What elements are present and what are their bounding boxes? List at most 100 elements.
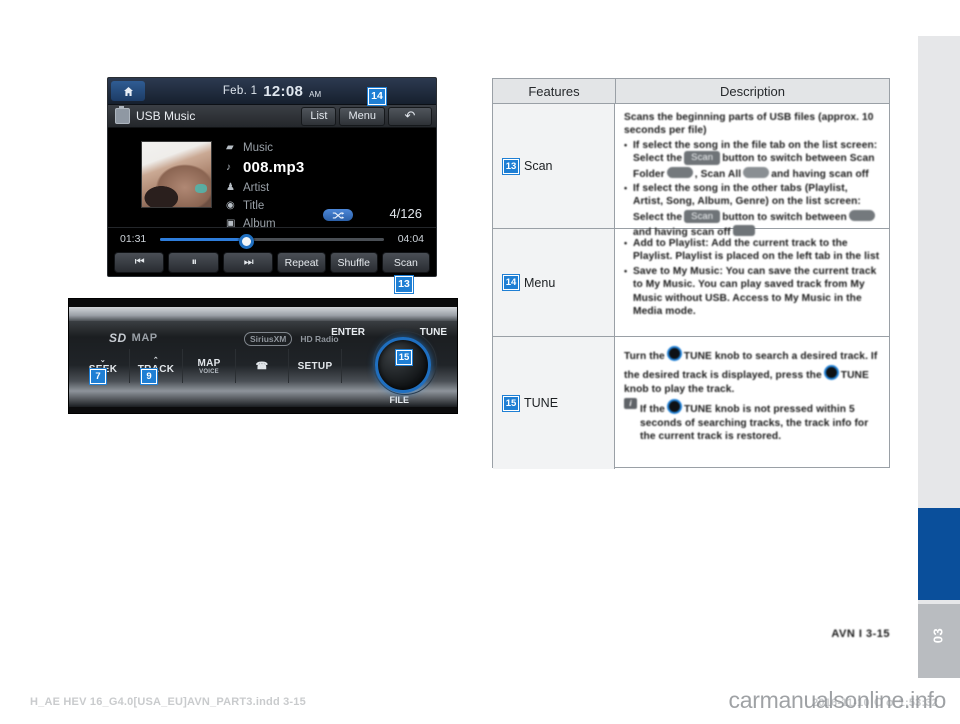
scan-bullet-1: • If select the song in the file tab on … xyxy=(624,139,878,180)
transport-controls: ⏮ ⏸ ⏭ Repeat Shuffle Scan xyxy=(114,252,430,273)
menu-bullet-1-text: Add to Playlist: Add the current track t… xyxy=(633,238,880,263)
elapsed-time: 01:31 xyxy=(120,233,147,245)
note-icon: ♪ xyxy=(226,162,231,173)
scan-button[interactable]: Scan xyxy=(381,252,430,273)
menu-button[interactable]: Menu xyxy=(339,106,385,126)
scan-bullet-2: • If select the song in the other tabs (… xyxy=(624,182,880,240)
pause-button[interactable]: ⏸ xyxy=(168,252,219,273)
title-icon: ◉ xyxy=(226,200,235,211)
tune-knob-icon xyxy=(666,399,682,415)
track-count: 4/126 xyxy=(389,206,422,221)
previous-track-button[interactable]: ⏮ xyxy=(114,252,165,273)
total-time: 04:04 xyxy=(397,233,424,245)
title-text: Title xyxy=(243,199,265,212)
tune-knob[interactable] xyxy=(375,337,431,393)
description-cell-tune: Turn the TUNE knob to search a desired tr… xyxy=(615,337,889,469)
sd-map-label: SD MAP xyxy=(109,331,158,345)
list-button[interactable]: List xyxy=(301,106,337,126)
metadata-row-file: ♪ 008.mp3 xyxy=(226,157,304,178)
page-marker: AVN I 3-15 xyxy=(831,628,890,640)
scan-folder-icon xyxy=(666,166,693,178)
callout-badge-15: 15 xyxy=(396,350,412,365)
chapter-rail-active xyxy=(918,508,960,600)
feature-cell-menu: 14 Menu xyxy=(493,229,615,336)
manual-page: 03 Feb. 1 12:08 AM USB Music List Menu ↶ xyxy=(0,0,960,724)
bullet-icon: • xyxy=(624,238,628,248)
description-cell-scan: Scans the beginning parts of USB files (… xyxy=(615,104,889,238)
phone-icon: ☎ xyxy=(255,360,269,372)
clock-text: 12:08 xyxy=(263,82,304,100)
map-text: MAP xyxy=(131,332,158,344)
table-row: 15 TUNE Turn the TUNE knob to search a de… xyxy=(493,337,889,469)
tune-knob-icon xyxy=(823,365,839,381)
now-playing-panel: ▰ Music ♪ 008.mp3 ♟ Artist ◉ Title ▣ Alb… xyxy=(108,128,436,276)
feature-cell-tune: 15 TUNE xyxy=(493,337,615,469)
voice-sublabel: VOICE xyxy=(199,368,219,375)
usb-icon xyxy=(115,106,130,124)
scan-lead-text: Scans the beginning parts of USB files (… xyxy=(624,112,874,137)
file-label: FILE xyxy=(389,395,410,405)
progress-area: 01:31 04:04 xyxy=(108,227,436,250)
status-bar: Feb. 1 12:08 AM xyxy=(108,78,436,105)
inline-scan-button-icon: Scan xyxy=(684,209,721,224)
table-row: 14 Menu • Add to Playlist: Add the curre… xyxy=(493,229,889,337)
siriusxm-logo: SiriusXM xyxy=(244,332,293,346)
album-art xyxy=(141,141,212,208)
file-name-text: 008.mp3 xyxy=(243,159,305,176)
watermark: carmanualsonline.info xyxy=(728,687,947,713)
source-label: USB Music xyxy=(136,109,196,123)
setup-button[interactable]: SETUP xyxy=(289,349,342,383)
artist-icon: ♟ xyxy=(226,182,235,193)
shuffle-button[interactable]: Shuffle xyxy=(329,252,378,273)
features-column-header: Features xyxy=(493,79,616,103)
callout-badge-15-table: 15 xyxy=(503,395,519,411)
bullet-icon: • xyxy=(624,139,628,150)
progress-slider[interactable] xyxy=(160,234,384,249)
metadata-row-artist: ♟ Artist xyxy=(226,179,304,196)
tune-knob-icon xyxy=(666,346,682,361)
callout-badge-13-table: 13 xyxy=(503,158,519,174)
map-label: MAP xyxy=(197,357,221,369)
table-header-row: Features Description xyxy=(493,79,889,104)
shuffle-indicator-icon xyxy=(323,209,353,221)
hardware-button-row: ⌄ SEEK ⌃ TRACK MAP VOICE ☎ SETUP xyxy=(77,349,342,383)
head-unit-screenshot: Feb. 1 12:08 AM USB Music List Menu ↶ ▰ … xyxy=(107,77,437,277)
callout-badge-7: 7 xyxy=(90,369,106,384)
map-voice-button[interactable]: MAP VOICE xyxy=(183,349,236,383)
scan-off-icon xyxy=(732,225,755,237)
track-metadata: ▰ Music ♪ 008.mp3 ♟ Artist ◉ Title ▣ Alb… xyxy=(226,139,304,233)
back-arrow-icon[interactable]: ↶ xyxy=(388,106,432,126)
description-cell-menu: • Add to Playlist: Add the current track… xyxy=(615,229,889,336)
enter-label: ENTER xyxy=(331,327,365,338)
callout-badge-13: 13 xyxy=(395,276,413,293)
meridiem-text: AM xyxy=(309,89,322,99)
next-track-button[interactable]: ⏭ xyxy=(222,252,274,273)
metadata-row-folder: ▰ Music xyxy=(226,139,304,156)
description-column-header: Description xyxy=(719,83,786,99)
bullet-icon: • xyxy=(624,183,628,194)
tune-note: i If the TUNE knob is not pressed within … xyxy=(624,397,880,443)
callout-badge-9: 9 xyxy=(141,369,157,384)
menu-bullet-2-text: Save to My Music: You can save the curre… xyxy=(633,265,877,318)
progress-handle[interactable] xyxy=(238,234,254,249)
callout-badge-14-table: 14 xyxy=(503,275,519,290)
folder-text: Music xyxy=(243,141,274,154)
bullet-icon: • xyxy=(624,265,628,276)
table-row: 13 Scan Scans the beginning parts of USB… xyxy=(493,104,889,238)
artist-text: Artist xyxy=(243,181,270,194)
source-menu-bar: USB Music List Menu ↶ xyxy=(108,105,436,128)
scan-on-icon xyxy=(848,209,875,221)
menu-bullet-2: • Save to My Music: You can save the cur… xyxy=(624,265,880,319)
repeat-button[interactable]: Repeat xyxy=(277,252,326,273)
feature-cell-scan: 13 Scan xyxy=(493,104,615,228)
chapter-number: 03 xyxy=(930,627,946,644)
features-table: Features Description 13 Scan Scans the b… xyxy=(492,78,890,469)
phone-button[interactable]: ☎ xyxy=(236,349,289,383)
metadata-row-title: ◉ Title xyxy=(226,197,304,214)
sd-logo-icon: SD xyxy=(109,331,127,345)
inline-scan-button-icon: Scan xyxy=(684,151,721,165)
feature-label-menu: Menu xyxy=(524,275,556,290)
scan-all-icon xyxy=(743,166,770,178)
datetime-display: Feb. 1 12:08 AM xyxy=(108,78,436,104)
brand-logos: SiriusXM HD Radio xyxy=(244,332,339,346)
